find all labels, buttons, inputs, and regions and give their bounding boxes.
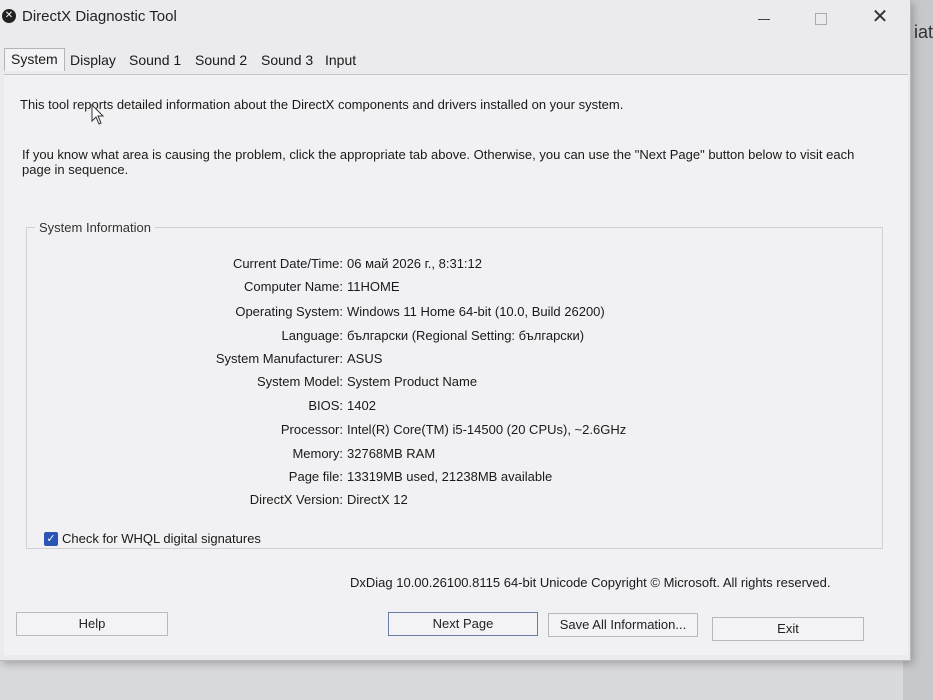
info-value: ASUS bbox=[347, 351, 383, 366]
info-row-date: Current Date/Time: 06 май 2026 г., 8:31:… bbox=[27, 256, 882, 278]
system-information-group: System Information Current Date/Time: 06… bbox=[26, 220, 883, 549]
copyright-text: DxDiag 10.00.26100.8115 64-bit Unicode C… bbox=[350, 575, 831, 590]
info-row-manufacturer: System Manufacturer: ASUS bbox=[27, 351, 882, 373]
info-value: 11HOME bbox=[347, 279, 400, 294]
info-row-language: Language: български (Regional Setting: б… bbox=[27, 328, 882, 350]
close-button[interactable]: ✕ bbox=[860, 6, 900, 30]
info-value: 13319MB used, 21238MB available bbox=[347, 469, 553, 484]
system-tab-content: This tool reports detailed information a… bbox=[4, 74, 908, 655]
info-value: 1402 bbox=[347, 398, 376, 413]
tab-system[interactable]: System bbox=[4, 48, 65, 71]
info-label: Current Date/Time: bbox=[232, 256, 343, 271]
minimize-button[interactable] bbox=[744, 6, 784, 30]
info-row-model: System Model: System Product Name bbox=[27, 374, 882, 396]
info-label: DirectX Version: bbox=[249, 492, 343, 507]
info-row-os: Operating System: Windows 11 Home 64-bit… bbox=[27, 304, 882, 326]
info-row-memory: Memory: 32768MB RAM bbox=[27, 446, 882, 468]
info-label: Operating System: bbox=[235, 304, 343, 319]
info-label: Memory: bbox=[292, 446, 343, 461]
info-row-computer-name: Computer Name: 11HOME bbox=[27, 279, 882, 301]
window-title: DirectX Diagnostic Tool bbox=[22, 8, 177, 25]
info-value: 06 май 2026 г., 8:31:12 bbox=[347, 256, 483, 271]
info-label: System Manufacturer: bbox=[215, 351, 343, 366]
tab-sound-2[interactable]: Sound 2 bbox=[195, 52, 247, 68]
directx-app-icon: ✕ bbox=[2, 9, 16, 23]
tab-sound-1[interactable]: Sound 1 bbox=[129, 52, 181, 68]
info-row-processor: Processor: Intel(R) Core(TM) i5-14500 (2… bbox=[27, 422, 882, 444]
info-label: Processor: bbox=[280, 422, 343, 437]
info-value: Windows 11 Home 64-bit (10.0, Build 2620… bbox=[347, 304, 605, 319]
info-label: System Model: bbox=[257, 374, 343, 389]
info-row-bios: BIOS: 1402 bbox=[27, 398, 882, 420]
info-value: 32768MB RAM bbox=[347, 446, 436, 461]
background-partial-text: iat bbox=[913, 22, 933, 42]
info-label: Language: bbox=[281, 328, 343, 343]
next-page-button[interactable]: Next Page bbox=[388, 612, 538, 636]
info-row-directx-version: DirectX Version: DirectX 12 bbox=[27, 492, 882, 514]
maximize-button bbox=[800, 6, 840, 30]
group-title: System Information bbox=[35, 220, 155, 235]
dxdiag-window: ✕ DirectX Diagnostic Tool ✕ System Displ… bbox=[0, 0, 911, 661]
info-label: BIOS: bbox=[308, 398, 343, 413]
mouse-cursor-icon bbox=[91, 104, 105, 125]
save-all-information-button[interactable]: Save All Information... bbox=[548, 613, 698, 637]
tab-input[interactable]: Input bbox=[325, 52, 356, 68]
info-value: български (Regional Setting: български) bbox=[347, 328, 585, 343]
whql-checkbox[interactable]: ✓ bbox=[44, 532, 58, 546]
info-label: Computer Name: bbox=[244, 279, 343, 294]
whql-checkbox-label[interactable]: Check for WHQL digital signatures bbox=[62, 531, 261, 546]
info-value: Intel(R) Core(TM) i5-14500 (20 CPUs), ~2… bbox=[347, 422, 627, 437]
instructions-text: If you know what area is causing the pro… bbox=[22, 147, 855, 177]
info-value: DirectX 12 bbox=[347, 492, 408, 507]
help-button[interactable]: Help bbox=[16, 612, 168, 636]
info-value: System Product Name bbox=[347, 374, 478, 389]
intro-text: This tool reports detailed information a… bbox=[20, 97, 624, 112]
info-row-page-file: Page file: 13319MB used, 21238MB availab… bbox=[27, 469, 882, 491]
info-label: Page file: bbox=[288, 469, 343, 484]
tab-display[interactable]: Display bbox=[70, 52, 116, 68]
exit-button[interactable]: Exit bbox=[712, 617, 864, 641]
tab-sound-3[interactable]: Sound 3 bbox=[261, 52, 313, 68]
title-bar[interactable]: ✕ DirectX Diagnostic Tool ✕ bbox=[0, 0, 910, 36]
